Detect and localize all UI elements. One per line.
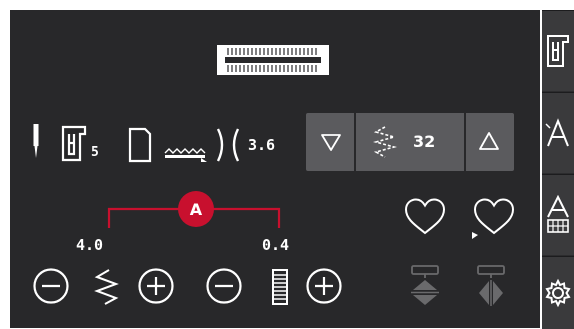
- stitch-length-icon: [270, 268, 290, 306]
- stitch-balance-icon: [214, 127, 242, 163]
- triangle-down-icon: [321, 134, 341, 151]
- presser-foot-number: 5: [91, 145, 99, 160]
- buttonhole-stitch-graphic: [217, 45, 329, 75]
- callout-badge: A: [178, 191, 214, 227]
- heart-menu-icon: [472, 198, 515, 239]
- sidebar-item-font-editor[interactable]: [542, 174, 574, 255]
- mirror-vertical-icon: [408, 264, 442, 308]
- next-stitch-button[interactable]: [476, 129, 502, 153]
- plus-circle-icon: [306, 268, 342, 304]
- mirror-horizontal-icon: [474, 264, 508, 308]
- font-edit-icon: [547, 195, 569, 233]
- favorite-list-button[interactable]: [470, 197, 516, 241]
- triangle-up-icon: [479, 132, 499, 150]
- stitch-preview: [216, 44, 330, 76]
- stitch-number: 32: [413, 132, 436, 151]
- stitch-length-value: 0.4: [262, 236, 290, 254]
- minus-circle-icon: [33, 268, 69, 304]
- feed-dog-icon: [163, 144, 208, 163]
- minus-circle-icon: [206, 268, 242, 304]
- stitch-length-decrease-button[interactable]: [205, 267, 243, 305]
- presser-foot-icon: [60, 124, 88, 162]
- stitch-width-icon: [92, 268, 122, 306]
- font-a-icon: [545, 118, 569, 147]
- sidebar-item-font[interactable]: [542, 92, 574, 173]
- stitch-width-value: 4.0: [76, 236, 104, 254]
- callout-label: A: [189, 199, 203, 219]
- sidebar-item-settings[interactable]: [542, 256, 574, 329]
- heart-icon: [404, 198, 446, 235]
- presser-foot-icon: [547, 35, 569, 67]
- stitch-length-increase-button[interactable]: [305, 267, 343, 305]
- previous-stitch-button[interactable]: [318, 130, 344, 154]
- selection-divider-left: [354, 113, 356, 171]
- plus-circle-icon: [138, 268, 174, 304]
- needle-icon: [32, 124, 40, 160]
- sidebar-item-presser-foot[interactable]: [542, 10, 574, 91]
- sewing-machine-screen: 5 3.6 32 A 4.0 0.4: [0, 0, 574, 329]
- zigzag-stitch-icon: [372, 125, 398, 159]
- right-sidebar: [542, 10, 574, 329]
- stitch-width-decrease-button[interactable]: [32, 267, 70, 305]
- fabric-icon: [128, 127, 153, 163]
- stitch-balance-value: 3.6: [248, 136, 276, 154]
- favorite-button[interactable]: [403, 197, 447, 237]
- selection-divider-right: [464, 113, 466, 171]
- gear-icon: [545, 278, 571, 308]
- stitch-width-increase-button[interactable]: [137, 267, 175, 305]
